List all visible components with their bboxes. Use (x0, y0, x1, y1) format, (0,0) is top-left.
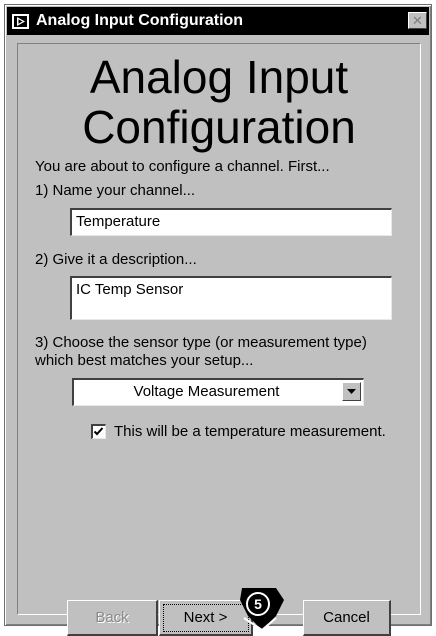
intro-text: You are about to configure a channel. Fi… (35, 158, 330, 175)
back-button[interactable]: Back (67, 600, 158, 636)
dialog-window: Analog Input Configuration ✕ Analog Inpu… (4, 4, 432, 636)
cancel-button[interactable]: Cancel (303, 600, 391, 636)
sensor-type-select[interactable]: Voltage Measurement (72, 378, 364, 406)
temperature-checkbox-label: This will be a temperature measurement. (114, 423, 386, 440)
description-label: 2) Give it a description... (35, 251, 197, 268)
window-title: Analog Input Configuration (36, 12, 244, 29)
description-input[interactable]: IC Temp Sensor (70, 276, 392, 320)
callout-number: 5 (246, 592, 270, 616)
close-button[interactable]: ✕ (408, 12, 427, 29)
title-bar: Analog Input Configuration ✕ (7, 7, 429, 35)
sensor-type-label-line1: 3) Choose the sensor type (or measuremen… (35, 334, 367, 351)
app-icon (12, 13, 29, 29)
temperature-checkbox[interactable] (91, 424, 106, 439)
page-title: Analog Input Configuration (82, 51, 356, 153)
sensor-type-value: Voltage Measurement (133, 383, 280, 400)
dropdown-button[interactable] (342, 382, 361, 401)
close-icon: ✕ (412, 13, 423, 28)
chevron-down-icon (347, 389, 356, 394)
dialog-body: Analog Input Configuration You are about… (17, 43, 421, 636)
channel-name-label: 1) Name your channel... (35, 182, 196, 199)
channel-name-input[interactable]: Temperature (70, 208, 392, 236)
sensor-type-label-line2: which best matches your setup... (35, 352, 254, 369)
checkmark-icon (93, 427, 104, 436)
